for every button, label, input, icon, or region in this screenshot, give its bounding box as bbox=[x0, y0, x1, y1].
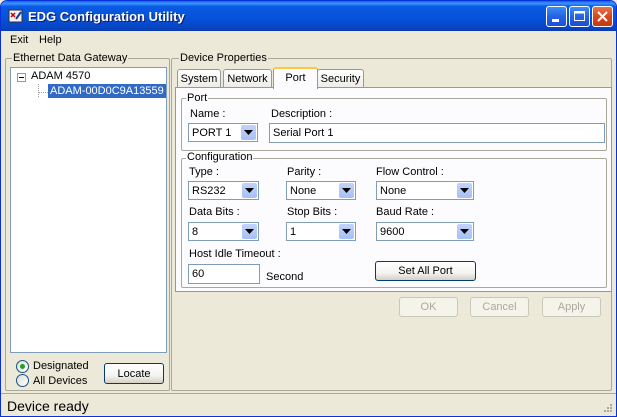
designated-radio-label[interactable]: Designated bbox=[33, 360, 89, 372]
tree-connector-branch bbox=[38, 92, 48, 93]
data-bits-select[interactable]: 8 bbox=[188, 222, 259, 241]
parity-value: None bbox=[290, 185, 317, 197]
chevron-down-icon[interactable] bbox=[241, 125, 256, 140]
data-bits-label: Data Bits : bbox=[189, 206, 240, 218]
baud-rate-value: 9600 bbox=[380, 226, 405, 238]
app-window: EDG Configuration Utility Exit Help Ethe… bbox=[0, 0, 617, 417]
stop-bits-label: Stop Bits : bbox=[287, 206, 338, 218]
tab-network[interactable]: Network bbox=[223, 69, 272, 88]
chevron-down-icon[interactable] bbox=[242, 224, 257, 239]
type-value: RS232 bbox=[192, 185, 226, 197]
menu-exit[interactable]: Exit bbox=[10, 34, 28, 46]
title-bar[interactable]: EDG Configuration Utility bbox=[1, 1, 616, 31]
window-title: EDG Configuration Utility bbox=[28, 9, 185, 24]
description-input[interactable]: Serial Port 1 bbox=[269, 123, 605, 143]
close-button[interactable] bbox=[592, 6, 613, 27]
device-tree[interactable]: ADAM 4570 ADAM-00D0C9A13559 bbox=[10, 67, 167, 353]
apply-button[interactable]: Apply bbox=[542, 297, 601, 317]
chevron-down-icon[interactable] bbox=[339, 183, 354, 198]
parity-label: Parity : bbox=[287, 166, 322, 178]
device-properties-title: Device Properties bbox=[179, 52, 268, 64]
tab-port[interactable]: Port bbox=[273, 67, 318, 89]
flow-control-label: Flow Control : bbox=[376, 166, 444, 178]
port-name-select[interactable]: PORT 1 bbox=[188, 123, 258, 142]
tab-security[interactable]: Security bbox=[317, 69, 364, 88]
chevron-down-icon[interactable] bbox=[457, 224, 472, 239]
maximize-button[interactable] bbox=[569, 6, 590, 27]
data-bits-value: 8 bbox=[192, 226, 199, 238]
cancel-button[interactable]: Cancel bbox=[470, 297, 529, 317]
chevron-down-icon[interactable] bbox=[242, 183, 257, 198]
menu-help[interactable]: Help bbox=[39, 34, 62, 46]
locate-button[interactable]: Locate bbox=[104, 363, 164, 384]
tab-system[interactable]: System bbox=[177, 69, 221, 88]
flow-control-select[interactable]: None bbox=[376, 181, 474, 200]
flow-control-value: None bbox=[380, 185, 407, 197]
collapse-icon[interactable] bbox=[17, 73, 26, 82]
ok-button[interactable]: OK bbox=[399, 297, 458, 317]
all-devices-radio-label[interactable]: All Devices bbox=[33, 375, 87, 387]
host-idle-timeout-input[interactable]: 60 bbox=[188, 264, 260, 284]
type-label: Type : bbox=[189, 166, 219, 178]
port-name-value: PORT 1 bbox=[192, 127, 232, 139]
status-text: Device ready bbox=[7, 398, 89, 414]
chevron-down-icon[interactable] bbox=[457, 183, 472, 198]
host-idle-timeout-label: Host Idle Timeout : bbox=[189, 248, 281, 260]
status-bar: Device ready bbox=[1, 393, 616, 416]
resize-grip-icon[interactable] bbox=[602, 402, 613, 413]
menu-bar: Exit Help bbox=[1, 31, 616, 49]
port-name-label: Name : bbox=[190, 108, 226, 120]
tree-connector-line bbox=[38, 84, 39, 97]
stop-bits-value: 1 bbox=[290, 226, 297, 238]
tree-root-item[interactable]: ADAM 4570 bbox=[31, 70, 90, 82]
gateway-frame-title: Ethernet Data Gateway bbox=[12, 52, 129, 64]
type-select[interactable]: RS232 bbox=[188, 181, 259, 200]
designated-radio[interactable] bbox=[16, 360, 29, 373]
stop-bits-select[interactable]: 1 bbox=[286, 222, 356, 241]
parity-select[interactable]: None bbox=[286, 181, 356, 200]
app-icon bbox=[8, 8, 24, 24]
timeout-unit-label: Second bbox=[266, 271, 304, 283]
baud-rate-label: Baud Rate : bbox=[376, 206, 435, 218]
set-all-port-button[interactable]: Set All Port bbox=[375, 261, 476, 281]
tree-child-item[interactable]: ADAM-00D0C9A13559 bbox=[48, 84, 166, 98]
minimize-button[interactable] bbox=[546, 6, 567, 27]
port-tab-panel: Port Name : PORT 1 Description : Serial … bbox=[175, 87, 612, 292]
chevron-down-icon[interactable] bbox=[339, 224, 354, 239]
configuration-group-title: Configuration bbox=[186, 151, 254, 163]
description-label: Description : bbox=[271, 108, 333, 120]
port-group-title: Port bbox=[186, 92, 209, 104]
all-devices-radio[interactable] bbox=[16, 374, 29, 387]
baud-rate-select[interactable]: 9600 bbox=[376, 222, 474, 241]
